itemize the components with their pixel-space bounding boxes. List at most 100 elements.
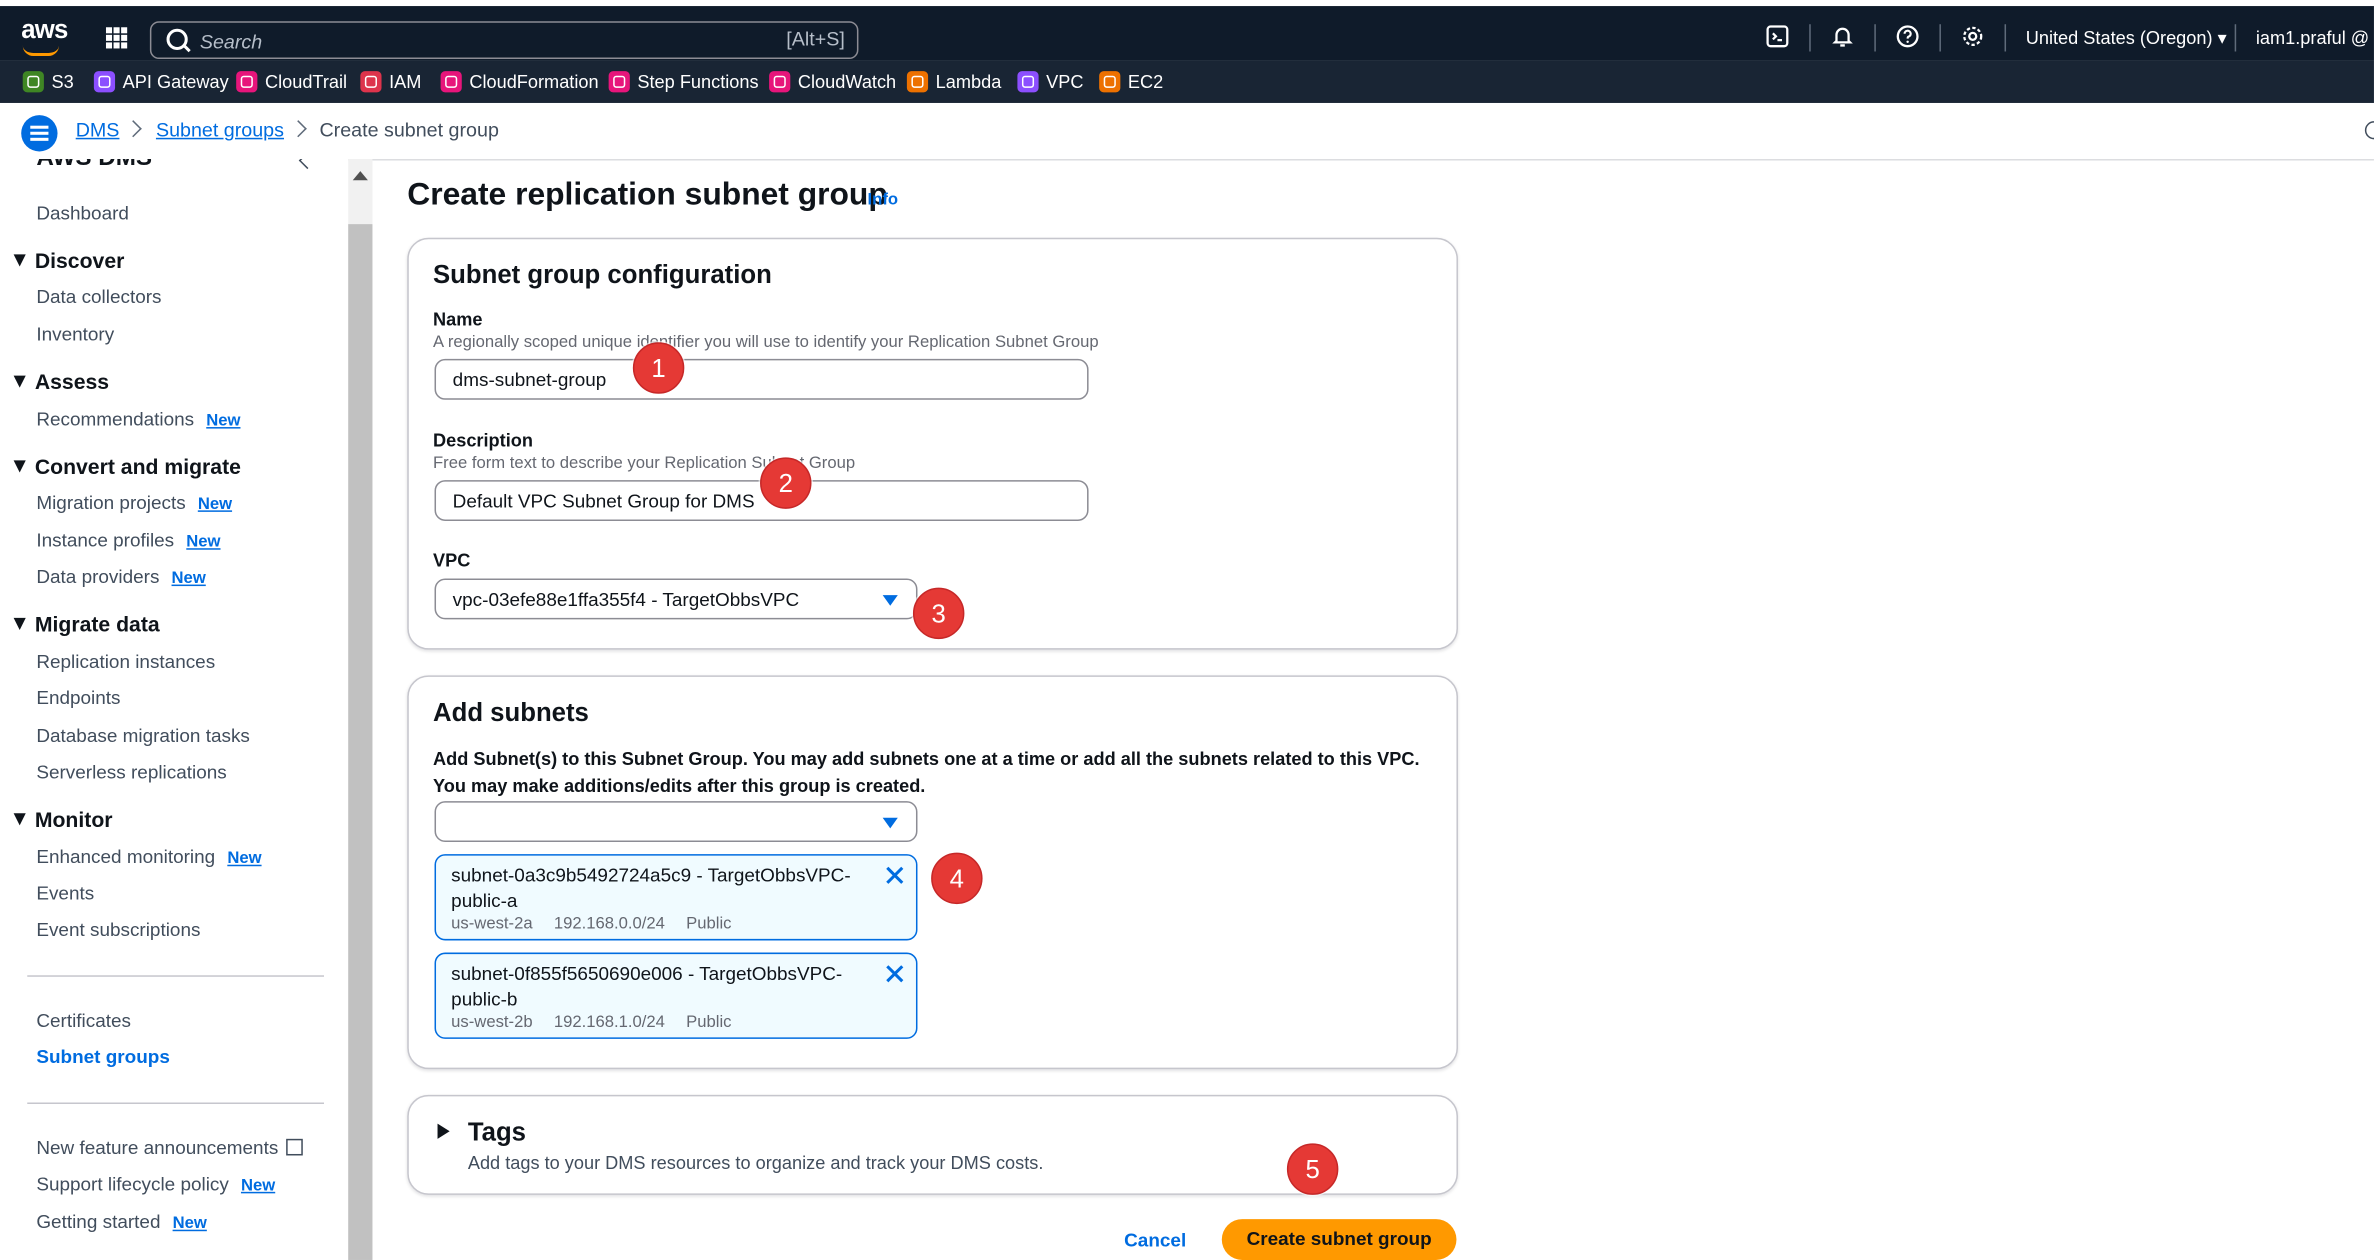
collapse-sidebar-icon[interactable]	[298, 159, 316, 170]
subnet-cidr: 192.168.1.0/24	[553, 1013, 665, 1032]
sidebar-divider	[27, 975, 324, 977]
fav-label: CloudFormation	[469, 71, 599, 93]
sidebar-item-new-feature-announcements[interactable]: New feature announcements	[36, 1137, 303, 1159]
scroll-up-arrow-icon[interactable]	[352, 171, 368, 181]
tags-description: Add tags to your DMS resources to organi…	[467, 1152, 1044, 1174]
search-shortcut: [Alt+S]	[786, 27, 845, 50]
fav-lambda[interactable]: Lambda	[906, 70, 1001, 94]
caret-down-icon	[13, 460, 26, 473]
sidebar-item-subnet-groups[interactable]: Subnet groups	[36, 1046, 170, 1067]
new-badge[interactable]: New	[206, 412, 240, 430]
section-label: Discover	[34, 248, 125, 273]
breadcrumb-subnet-groups[interactable]: Subnet groups	[156, 118, 284, 141]
sidebar-item-events[interactable]: Events	[36, 883, 94, 904]
fav-cloudwatch[interactable]: CloudWatch	[769, 70, 896, 94]
fav-s3[interactable]: S3	[22, 70, 74, 94]
gear-icon[interactable]	[1961, 24, 1985, 48]
sidebar-item-serverless-replications[interactable]: Serverless replications	[36, 762, 226, 783]
sidebar-item-data-collectors[interactable]: Data collectors	[36, 286, 161, 307]
scrollbar-thumb[interactable]	[348, 224, 373, 1260]
subnets-description: Add Subnet(s) to this Subnet Group. You …	[433, 748, 1420, 796]
sidebar-item-support-lifecycle-policy[interactable]: Support lifecycle policy New	[36, 1174, 275, 1195]
breadcrumb-dms[interactable]: DMS	[76, 118, 120, 141]
new-badge[interactable]: New	[198, 495, 232, 513]
sidebar-section-discover[interactable]: Discover	[13, 248, 125, 273]
nav-divider	[1809, 24, 1811, 52]
step-functions-icon	[608, 71, 630, 93]
search-input[interactable]	[196, 25, 748, 57]
new-badge[interactable]: New	[173, 1215, 207, 1233]
subnet-meta: us-west-2b 192.168.1.0/24 Public	[451, 1013, 753, 1031]
sidebar-item-getting-started[interactable]: Getting started New	[36, 1212, 207, 1233]
new-badge[interactable]: New	[172, 569, 206, 587]
sidebar-item-replication-instances[interactable]: Replication instances	[36, 651, 215, 672]
account-menu[interactable]: iam1.praful @ 2	[2256, 27, 2374, 48]
fav-cloudtrail[interactable]: CloudTrail	[236, 70, 347, 94]
create-subnet-group-button[interactable]: Create subnet group	[1221, 1219, 1457, 1260]
sidebar-item-inventory[interactable]: Inventory	[36, 324, 114, 345]
remove-subnet-close-icon[interactable]	[884, 963, 905, 984]
subnet-name: subnet-0a3c9b5492724a5c9 - TargetObbsVPC…	[451, 864, 851, 912]
fav-ec2[interactable]: EC2	[1099, 70, 1163, 94]
new-badge[interactable]: New	[227, 850, 261, 868]
bell-icon[interactable]	[1830, 24, 1854, 48]
fav-step-functions[interactable]: Step Functions	[608, 70, 759, 94]
fav-label: IAM	[389, 71, 422, 93]
sidebar-section-assess[interactable]: Assess	[13, 369, 110, 394]
search-box[interactable]: [Alt+S]	[149, 21, 859, 60]
sidebar-section-migrate-data[interactable]: Migrate data	[13, 612, 160, 636]
description-label: Description	[433, 430, 533, 452]
help-icon[interactable]	[1896, 24, 1920, 48]
api-gateway-icon	[93, 71, 116, 93]
caret-right-icon[interactable]	[437, 1123, 450, 1139]
fav-api-gateway[interactable]: API Gateway	[93, 70, 229, 94]
caret-down-icon	[882, 595, 898, 606]
new-badge[interactable]: New	[186, 533, 220, 551]
sidebar-section-convert-and-migrate[interactable]: Convert and migrate	[13, 454, 241, 479]
search-icon	[166, 28, 188, 50]
cancel-button[interactable]: Cancel	[1111, 1221, 1199, 1260]
breadcrumb-current: Create subnet group	[319, 118, 499, 141]
cloudwatch-icon	[769, 71, 791, 93]
name-label: Name	[433, 308, 483, 331]
breadcrumb-bar: DMS Subnet groups Create subnet group	[0, 102, 2374, 161]
item-label: Migration projects	[36, 492, 186, 514]
tags-heading[interactable]: Tags	[468, 1118, 526, 1148]
vpc-icon	[1017, 71, 1039, 93]
remove-subnet-close-icon[interactable]	[884, 865, 905, 886]
item-label: Enhanced monitoring	[36, 846, 216, 868]
sidebar-item-endpoints[interactable]: Endpoints	[36, 688, 120, 709]
ec2-icon	[1099, 71, 1121, 93]
sidebar-item-certificates[interactable]: Certificates	[36, 1010, 131, 1031]
services-grid-icon[interactable]	[105, 27, 128, 49]
name-input[interactable]	[434, 358, 1089, 400]
section-label: Assess	[34, 369, 110, 394]
sidebar-item-data-providers[interactable]: Data providers New	[36, 566, 205, 587]
fav-label: Step Functions	[637, 71, 759, 93]
hamburger-menu-icon[interactable]	[21, 115, 58, 152]
aws-logo[interactable]: aws	[21, 15, 68, 45]
fav-vpc[interactable]: VPC	[1017, 70, 1084, 94]
sidebar-item-database-migration-tasks[interactable]: Database migration tasks	[36, 725, 250, 746]
step-marker: 3	[912, 587, 965, 640]
region-selector[interactable]: United States (Oregon) ▾	[2026, 27, 2227, 48]
info-link[interactable]: Info	[868, 191, 899, 209]
vpc-label: VPC	[433, 549, 471, 571]
item-label: Instance profiles	[36, 530, 175, 552]
sidebar-item-event-subscriptions[interactable]: Event subscriptions	[36, 919, 200, 940]
sidebar-item-recommendations[interactable]: Recommendations New	[36, 409, 240, 430]
sidebar-section-monitor[interactable]: Monitor	[13, 807, 113, 831]
fav-iam[interactable]: IAM	[360, 70, 421, 94]
fav-label: EC2	[1127, 71, 1164, 93]
cloudshell-icon[interactable]	[1765, 24, 1789, 48]
sidebar-item-instance-profiles[interactable]: Instance profiles New	[36, 530, 220, 551]
sidebar-item-dashboard[interactable]: Dashboard	[36, 203, 129, 224]
sidebar-item-enhanced-monitoring[interactable]: Enhanced monitoring New	[36, 847, 261, 868]
vpc-select[interactable]: vpc-03efe88e1ffa355f4 - TargetObbsVPC	[434, 578, 918, 620]
fav-cloudformation[interactable]: CloudFormation	[440, 70, 599, 94]
iam-icon	[360, 71, 382, 93]
new-badge[interactable]: New	[241, 1177, 275, 1195]
subnets-heading: Add subnets	[433, 698, 589, 727]
subnet-select[interactable]	[434, 801, 918, 843]
sidebar-item-migration-projects[interactable]: Migration projects New	[36, 492, 232, 513]
